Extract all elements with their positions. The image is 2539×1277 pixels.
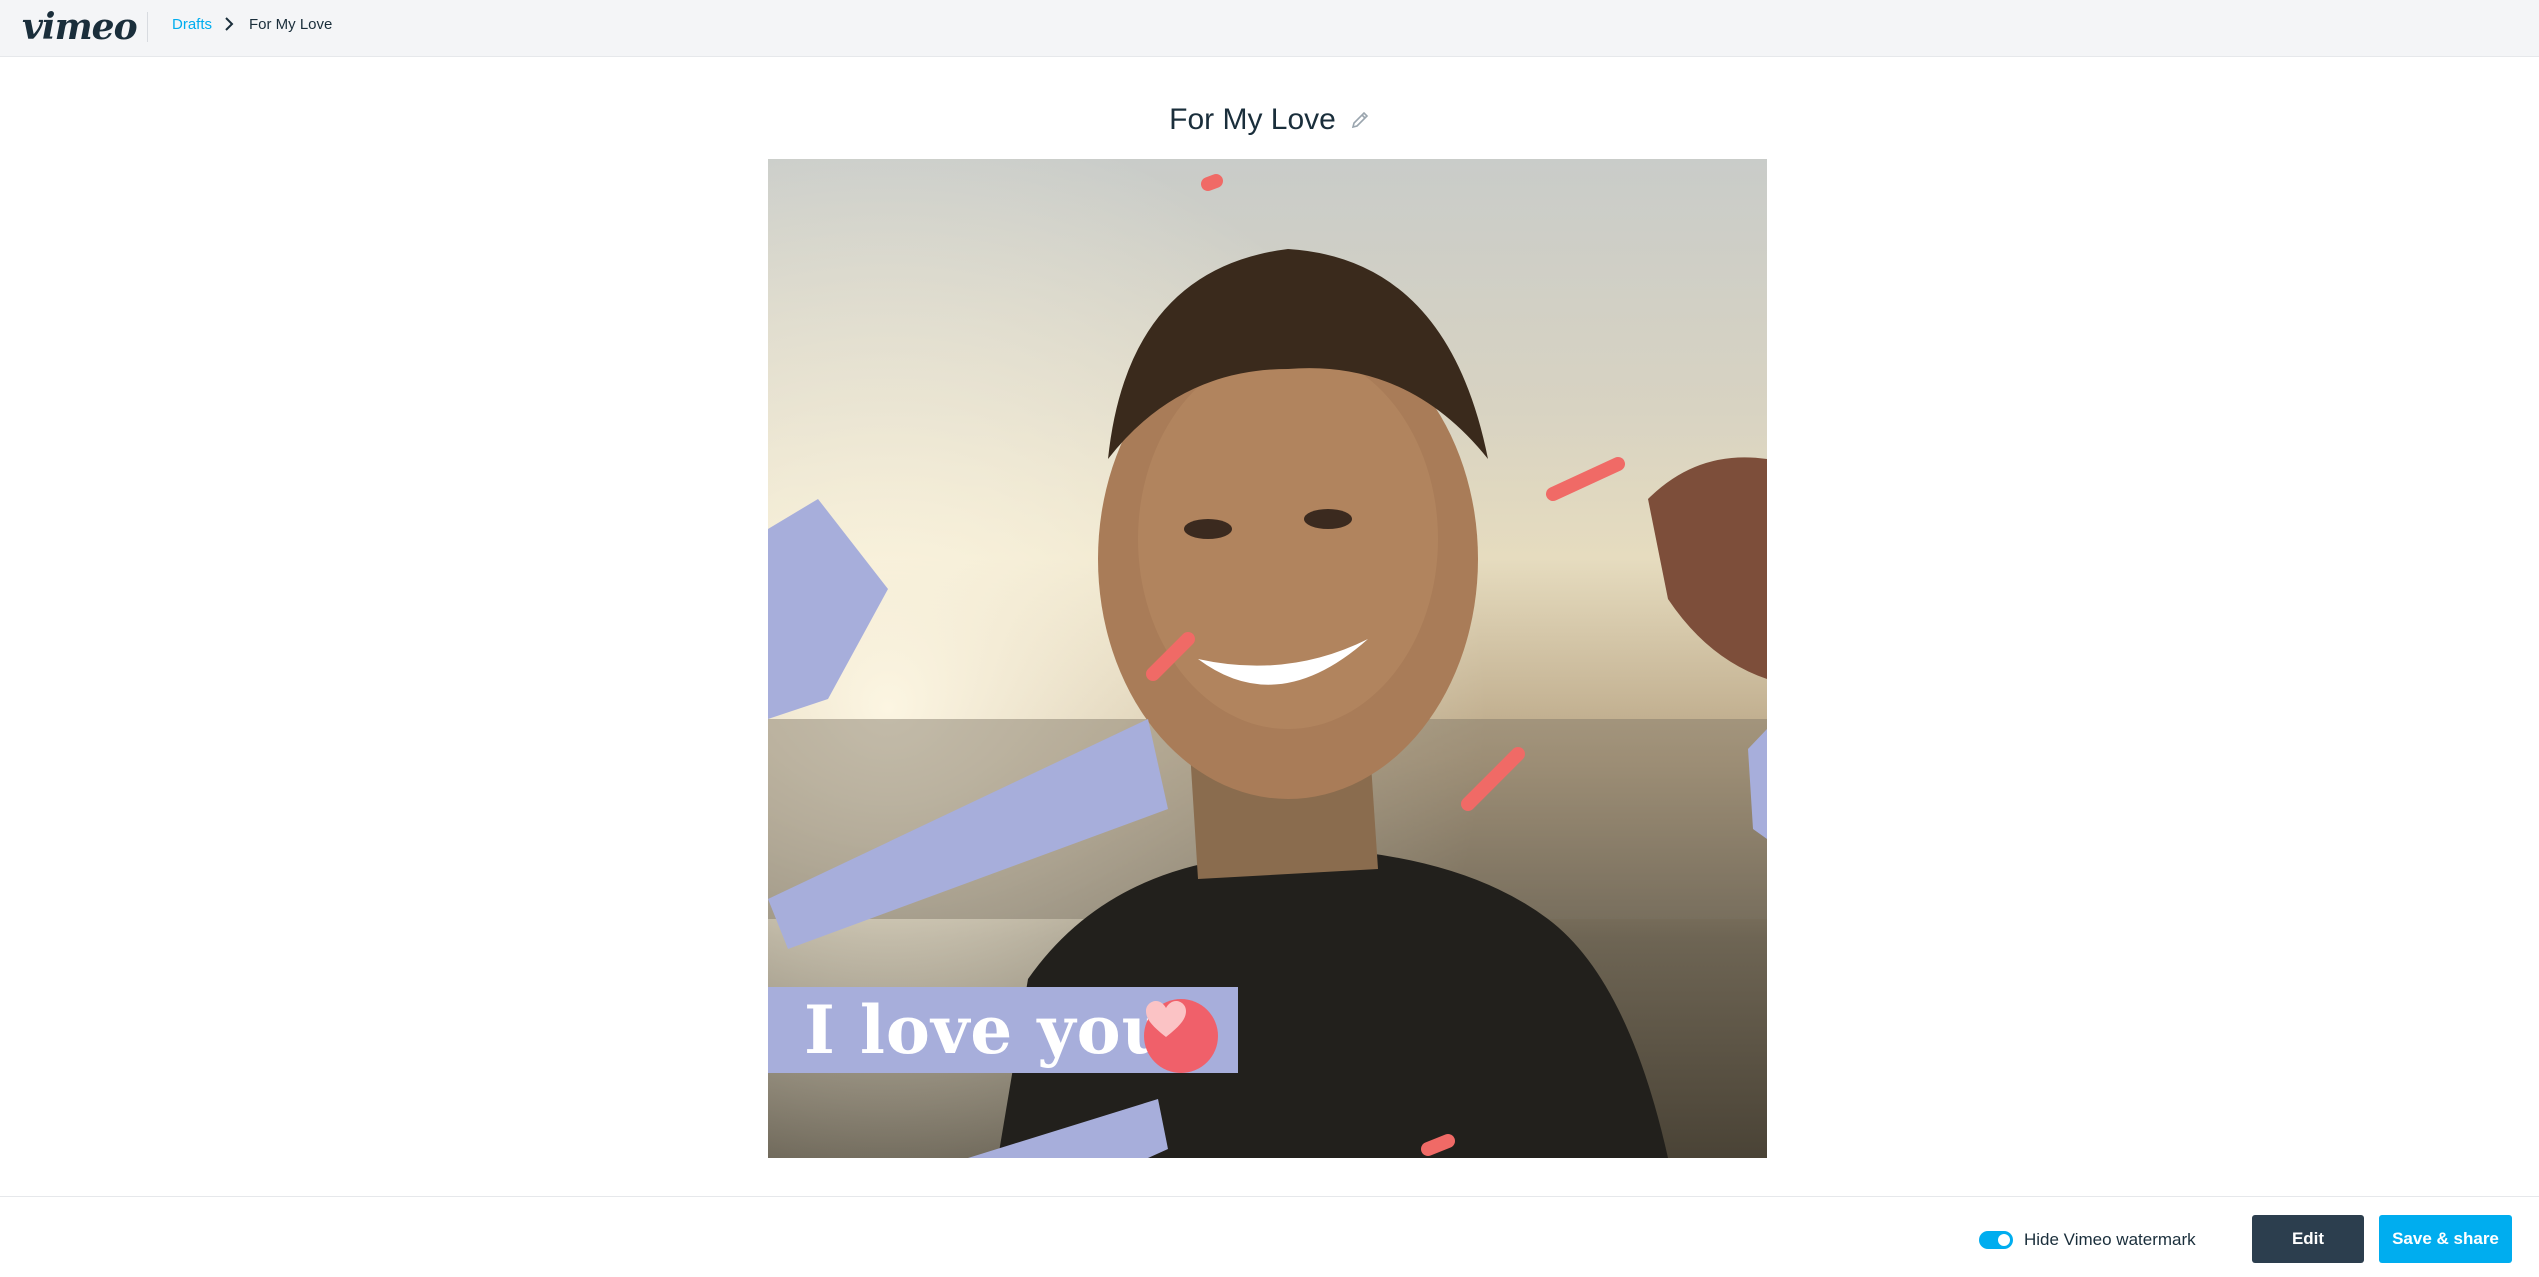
vimeo-logo[interactable]: vimeo	[22, 6, 138, 48]
header-divider	[147, 12, 148, 42]
breadcrumb-drafts-link[interactable]: Drafts	[172, 16, 212, 33]
chevron-right-icon	[225, 17, 234, 31]
breadcrumb-current: For My Love	[249, 16, 333, 33]
video-preview[interactable]: I love you	[768, 159, 1767, 1158]
pencil-icon[interactable]	[1350, 110, 1370, 130]
overlay-caption-text: I love you	[804, 991, 1171, 1069]
page-title: For My Love	[1169, 103, 1336, 136]
hide-watermark-label: Hide Vimeo watermark	[2024, 1230, 2196, 1249]
title-row: For My Love	[0, 100, 2539, 140]
toggle-knob	[1998, 1234, 2010, 1246]
save-share-button[interactable]: Save & share	[2379, 1215, 2512, 1263]
heart-icon	[1144, 999, 1218, 1073]
hide-watermark-toggle[interactable]	[1979, 1231, 2013, 1249]
top-bar: vimeo Drafts For My Love	[0, 0, 2539, 57]
edit-button[interactable]: Edit	[2252, 1215, 2364, 1263]
